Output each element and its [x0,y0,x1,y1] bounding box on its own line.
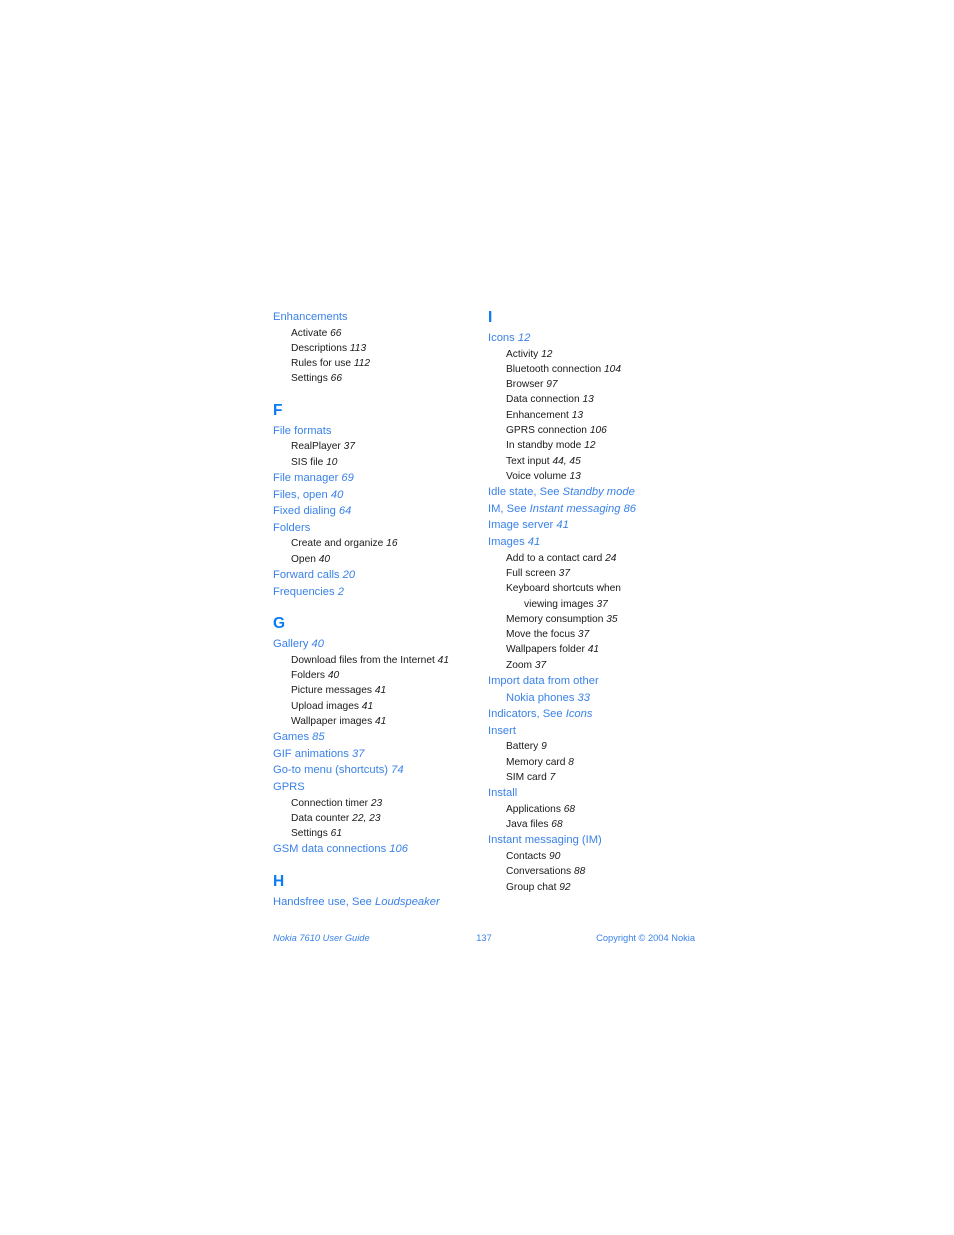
index-subentry[interactable]: Move the focus 37 [488,627,703,642]
section-letter-f: F [273,401,283,419]
index-subentry[interactable]: Full screen 37 [488,566,703,581]
index-section-g: G Gallery 40 Download files from the Inter… [273,615,488,858]
index-entry[interactable]: Idle state, See Standby mode [488,484,703,501]
index-subentry[interactable]: Data connection 13 [488,392,703,407]
index-entry[interactable]: Instant messaging (IM) [488,832,703,849]
section-letter-g: G [273,615,286,633]
index-subentry[interactable]: RealPlayer 37 [273,439,488,454]
index-entry[interactable]: Nokia phones 33 [488,690,703,707]
index-entry[interactable]: Forward calls 20 [273,567,488,584]
index-subentry[interactable]: Contacts 90 [488,849,703,864]
index-subentry[interactable]: Create and organize 16 [273,536,488,551]
index-subentry[interactable]: Descriptions 113 [273,341,488,356]
index-entry[interactable]: Images 41 [488,534,703,551]
index-subentry[interactable]: Wallpapers folder 41 [488,642,703,657]
index-section-continued: Enhancements Activate 66 Descriptions 113 R… [273,309,488,387]
index-subentry[interactable]: Settings 61 [273,826,488,841]
index-section-i: I Icons 12 Activity 12 Bluetooth connection… [488,309,703,895]
index-section-h: H Handsfree use, See Loudspeaker [273,873,488,911]
index-entry[interactable]: Import data from other [488,673,703,690]
index-subentry[interactable]: Wallpaper images 41 [273,714,488,729]
index-subentry[interactable]: Picture messages 41 [273,683,488,698]
index-entry[interactable]: Handsfree use, See Loudspeaker [273,894,488,911]
index-subentry[interactable]: Browser 97 [488,377,703,392]
page-footer: Nokia 7610 User Guide 137 Copyright © 20… [273,930,695,946]
section-letter-h: H [273,873,285,891]
index-entry[interactable]: GSM data connections 106 [273,841,488,858]
index-subentry[interactable]: Activity 12 [488,347,703,362]
index-entry[interactable]: Insert [488,723,703,740]
index-subentry[interactable]: Java files 68 [488,817,703,832]
index-entry[interactable]: Fixed dialing 64 [273,503,488,520]
index-subentry[interactable]: Upload images 41 [273,699,488,714]
index-entry[interactable]: Indicators, See Icons [488,706,703,723]
index-subentry[interactable]: Applications 68 [488,802,703,817]
index-subentry[interactable]: Settings 66 [273,371,488,386]
index-subentry[interactable]: Add to a contact card 24 [488,551,703,566]
index-subentry[interactable]: Connection timer 23 [273,796,488,811]
footer-copyright: Copyright © 2004 Nokia [596,933,695,943]
index-entry[interactable]: GIF animations 37 [273,746,488,763]
index-subentry[interactable]: Battery 9 [488,739,703,754]
index-subentry[interactable]: SIS file 10 [273,455,488,470]
index-entry[interactable]: File formats [273,423,488,440]
index-subentry[interactable]: Open 40 [273,552,488,567]
index-subentry[interactable]: Activate 66 [273,326,488,341]
index-entry[interactable]: Image server 41 [488,517,703,534]
index-subentry[interactable]: Rules for use 112 [273,356,488,371]
index-subentry[interactable]: Memory card 8 [488,755,703,770]
index-subentry[interactable]: Voice volume 13 [488,469,703,484]
index-subentry[interactable]: Bluetooth connection 104 [488,362,703,377]
index-subentry[interactable]: In standby mode 12 [488,438,703,453]
index-subentry[interactable]: viewing images 37 [488,597,703,612]
index-subentry[interactable]: Group chat 92 [488,880,703,895]
index-entry[interactable]: Icons 12 [488,330,703,347]
index-entry[interactable]: IM, See Instant messaging 86 [488,501,703,518]
index-subentry[interactable]: Conversations 88 [488,864,703,879]
index-entry[interactable]: Files, open 40 [273,487,488,504]
index-subentry[interactable]: SIM card 7 [488,770,703,785]
index-entry[interactable]: Gallery 40 [273,636,488,653]
index-subentry[interactable]: Keyboard shortcuts when [488,581,703,596]
index-entry[interactable]: Go-to menu (shortcuts) 74 [273,762,488,779]
right-column: I Icons 12 Activity 12 Bluetooth connection… [488,309,703,895]
index-subentry[interactable]: Memory consumption 35 [488,612,703,627]
index-entry[interactable]: Folders [273,520,488,537]
index-columns-container: Enhancements Activate 66 Descriptions 113 R… [273,309,703,911]
index-subentry[interactable]: Enhancement 13 [488,408,703,423]
index-entry[interactable]: Frequencies 2 [273,584,488,601]
index-subentry[interactable]: Data counter 22, 23 [273,811,488,826]
index-section-f: F File formats RealPlayer 37 SIS file 10 Fil… [273,402,488,600]
index-subentry[interactable]: Download files from the Internet 41 [273,653,488,668]
index-page: Enhancements Activate 66 Descriptions 113 R… [0,0,954,1235]
index-subentry[interactable]: GPRS connection 106 [488,423,703,438]
index-subentry[interactable]: Text input 44, 45 [488,454,703,469]
index-entry[interactable]: Install [488,785,703,802]
index-subentry[interactable]: Folders 40 [273,668,488,683]
section-letter-i: I [488,309,493,326]
left-column: Enhancements Activate 66 Descriptions 113 R… [273,309,488,911]
index-entry[interactable]: Games 85 [273,729,488,746]
index-entry[interactable]: GPRS [273,779,488,796]
index-subentry[interactable]: Zoom 37 [488,658,703,673]
index-entry[interactable]: File manager 69 [273,470,488,487]
index-entry[interactable]: Enhancements [273,309,488,326]
